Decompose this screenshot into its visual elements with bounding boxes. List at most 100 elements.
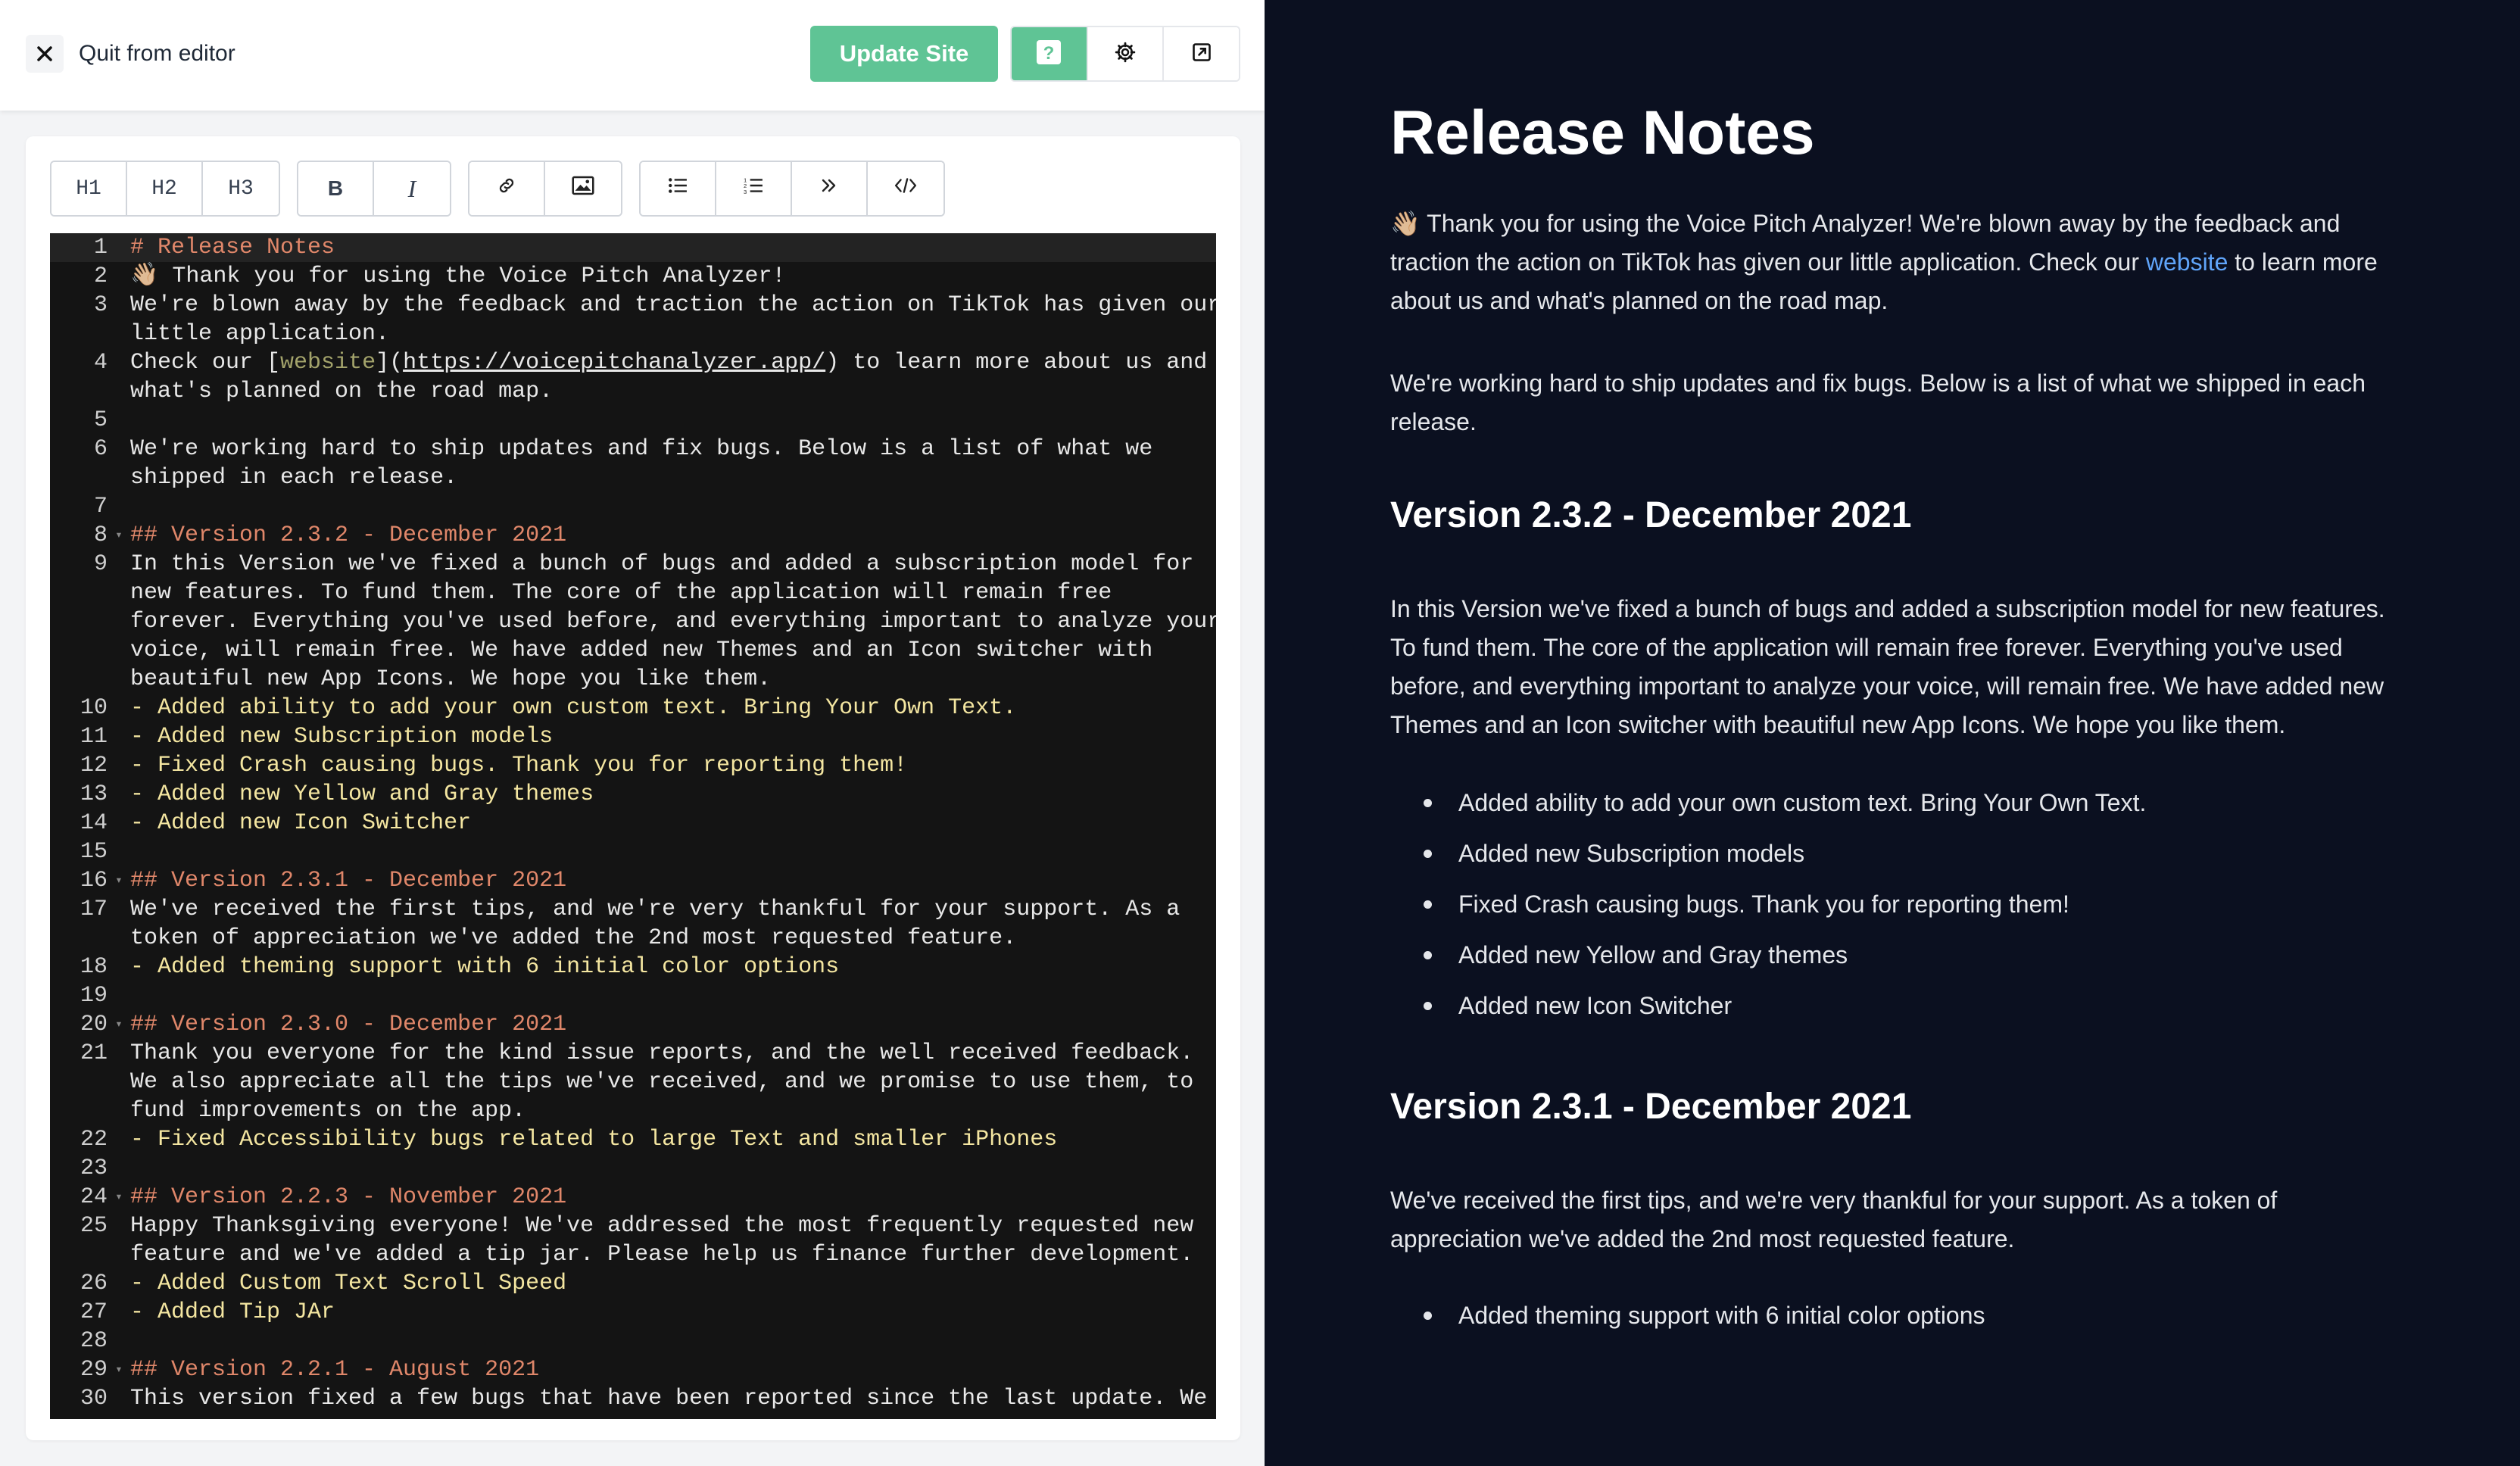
fold-arrow-icon[interactable]: ▾ (108, 521, 130, 550)
quote-button[interactable] (792, 162, 868, 215)
h3-button[interactable]: H3 (203, 162, 279, 215)
line-segment: - Added new Icon Switcher (130, 810, 472, 836)
code-line: 27 - Added Tip JAr (50, 1298, 1216, 1327)
line-text: ​ (130, 492, 1216, 521)
code-icon (894, 176, 917, 201)
preview-pane: Release Notes 👋🏼 Thank you for using the… (1265, 0, 2520, 1466)
list-item: Added new Subscription models (1424, 828, 2405, 879)
heading-group: H1 H2 H3 (50, 161, 280, 217)
version-2-3-1-list: Added theming support with 6 initial col… (1390, 1290, 2405, 1341)
line-segment: We're working hard to ship updates and f… (130, 436, 1153, 462)
line-text: ## Version 2.2.3 - November 2021 (130, 1183, 1216, 1212)
list-item: Added new Icon Switcher (1424, 981, 2405, 1031)
editor-tool-group: ? (1010, 26, 1240, 82)
quit-editor-button[interactable]: Quit from editor (26, 33, 235, 74)
insert-link-button[interactable] (469, 162, 545, 215)
format-toolbar: H1 H2 H3 B I 1 2 3 (50, 161, 962, 217)
fold-arrow-icon[interactable]: ▾ (108, 1010, 130, 1039)
code-line: 24 ▾ ## Version 2.2.3 - November 2021 (50, 1183, 1216, 1212)
website-link[interactable]: website (2146, 248, 2228, 276)
h2-button[interactable]: H2 (127, 162, 203, 215)
md-link-text: website (280, 350, 376, 376)
line-segment: what's planned on the road map. (130, 379, 554, 404)
line-number: 5 (93, 407, 108, 433)
line-segment: little application. (130, 321, 390, 347)
fold-arrow-icon[interactable]: ▾ (108, 1355, 130, 1384)
line-text: ## Version 2.3.1 - December 2021 (130, 866, 1216, 895)
code-line: 29 ▾ ## Version 2.2.1 - August 2021 (50, 1355, 1216, 1384)
line-segment: - Added new Yellow and Gray themes (130, 781, 594, 807)
code-line: 3 We're blown away by the feedback and tr… (50, 291, 1216, 348)
italic-button[interactable]: I (374, 162, 450, 215)
line-segment: ## Version 2.3.1 - December 2021 (130, 868, 567, 894)
line-segment: Thank you everyone for the kind issue re… (130, 1040, 1194, 1066)
code-line: 26 - Added Custom Text Scroll Speed (50, 1269, 1216, 1298)
insert-image-button[interactable] (545, 162, 621, 215)
settings-button[interactable] (1087, 27, 1165, 80)
line-text: ## Version 2.3.0 - December 2021 (130, 1010, 1216, 1039)
line-text: Check our [website](https://voicepitchan… (130, 348, 1216, 406)
editor-card: H1 H2 H3 B I 1 2 3 1 # Release Notes 2 👋… (26, 136, 1240, 1440)
line-segment: ## Version 2.3.2 - December 2021 (130, 522, 567, 548)
help-icon: ? (1036, 39, 1062, 69)
gear-icon (1114, 41, 1137, 67)
line-text: ## Version 2.2.1 - August 2021 (130, 1355, 1216, 1384)
line-segment: voice, will remain free. We have added n… (130, 638, 1153, 663)
code-line: 12 - Fixed Crash causing bugs. Thank you … (50, 751, 1216, 780)
line-number: 25 (80, 1213, 108, 1239)
editor-topbar: Quit from editor Update Site ? (0, 0, 1265, 111)
line-segment: - Added theming support with 6 initial c… (130, 954, 840, 980)
version-2-3-1-body: We've received the first tips, and we're… (1390, 1187, 2278, 1252)
code-line: 1 # Release Notes (50, 233, 1216, 262)
line-segment: # Release Notes (130, 235, 335, 260)
md-text: ]( (376, 350, 404, 376)
bullet-list-icon (668, 177, 688, 201)
help-button[interactable]: ? (1012, 27, 1088, 80)
quit-editor-label: Quit from editor (79, 41, 235, 66)
line-segment: fund improvements on the app. (130, 1098, 526, 1124)
list-item: Added theming support with 6 initial col… (1424, 1290, 2405, 1341)
markdown-code-editor[interactable]: 1 # Release Notes 2 👋🏼 Thank you for using … (50, 233, 1216, 1419)
code-line: 30 This version fixed a few bugs that hav… (50, 1384, 1216, 1413)
line-text: Happy Thanksgiving everyone! We've addre… (130, 1212, 1216, 1269)
line-text: Thank you everyone for the kind issue re… (130, 1039, 1216, 1125)
numbered-list-button[interactable]: 123 (716, 162, 792, 215)
quote-icon (820, 177, 838, 201)
line-number: 17 (80, 897, 108, 922)
code-line: 25 Happy Thanksgiving everyone! We've add… (50, 1212, 1216, 1269)
bullet-list-button[interactable] (641, 162, 716, 215)
update-site-button[interactable]: Update Site (810, 26, 998, 82)
bold-button[interactable]: B (298, 162, 374, 215)
h1-button[interactable]: H1 (51, 162, 127, 215)
code-line: 19 ​ (50, 981, 1216, 1010)
line-text: - Fixed Accessibility bugs related to la… (130, 1125, 1216, 1154)
code-line: 16 ▾ ## Version 2.3.1 - December 2021 (50, 866, 1216, 895)
code-button[interactable] (868, 162, 943, 215)
fold-arrow-icon[interactable]: ▾ (108, 1183, 130, 1212)
version-2-3-2-list: Added ability to add your own custom tex… (1390, 778, 2405, 1031)
open-site-button[interactable] (1164, 27, 1239, 80)
line-segment: - Added Custom Text Scroll Speed (130, 1271, 567, 1296)
line-segment: new features. To fund them. The core of … (130, 580, 1112, 606)
link-icon (497, 176, 516, 202)
fold-arrow-icon[interactable]: ▾ (108, 866, 130, 895)
list-item: Added ability to add your own custom tex… (1424, 778, 2405, 828)
code-line: 5​ (50, 406, 1216, 435)
line-number: 18 (80, 954, 108, 980)
line-text: - Fixed Crash causing bugs. Thank you fo… (130, 751, 1216, 780)
version-2-3-1-heading: Version 2.3.1 - December 2021 (1390, 1087, 1912, 1127)
close-icon[interactable] (26, 35, 64, 73)
line-segment: 👋🏼 Thank you for using the Voice Pitch A… (130, 264, 786, 289)
line-number: 24 (80, 1184, 108, 1210)
line-text: We're blown away by the feedback and tra… (130, 291, 1216, 348)
